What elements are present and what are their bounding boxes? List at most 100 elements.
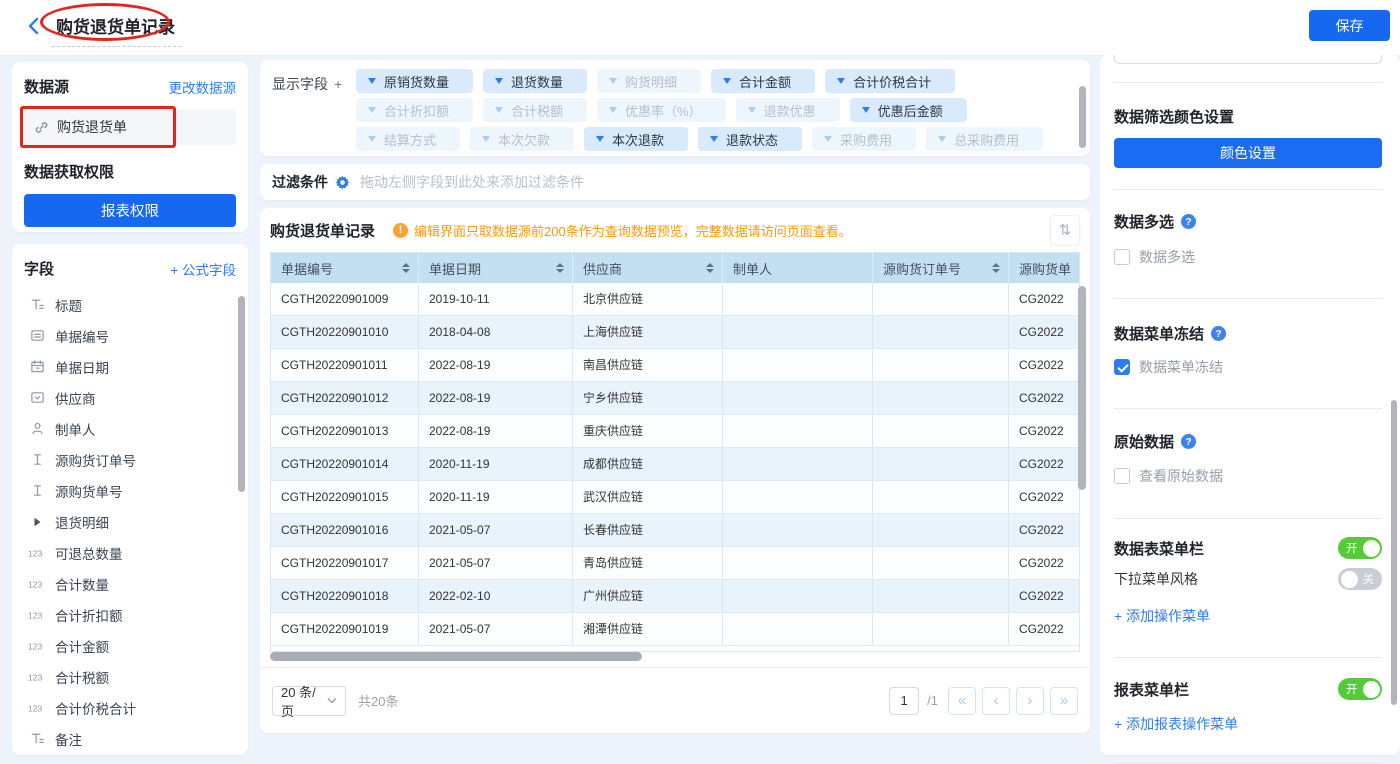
display-field-chip[interactable]: 总采购费用	[926, 127, 1043, 151]
chip-label: 结算方式	[384, 130, 436, 149]
table-vertical-scrollbar[interactable]	[1078, 286, 1086, 490]
display-field-chip[interactable]: 合计价税合计	[825, 69, 955, 93]
field-item[interactable]: 123合计价税合计	[24, 692, 236, 723]
add-report-action-menu-link[interactable]: + 添加报表操作菜单	[1114, 714, 1382, 734]
display-field-chip[interactable]: 退款优惠	[736, 98, 840, 122]
caret-down-icon[interactable]	[495, 107, 503, 113]
field-item[interactable]: 123合计折扣额	[24, 599, 236, 630]
caret-down-icon[interactable]	[368, 136, 376, 142]
page-number-input[interactable]	[889, 687, 919, 715]
caret-down-icon[interactable]	[723, 78, 731, 84]
display-field-chip[interactable]: 结算方式	[356, 127, 460, 151]
datasource-item[interactable]: 购货退货单	[24, 109, 236, 145]
display-field-chip[interactable]: 购货明细	[597, 69, 701, 93]
chip-label: 总采购费用	[954, 130, 1019, 149]
display-field-chip[interactable]: 合计金额	[711, 69, 815, 93]
column-sort-icon[interactable]	[706, 263, 714, 274]
page-size-select[interactable]: 20 条/页	[272, 686, 346, 716]
field-item[interactable]: 源购货订单号	[24, 444, 236, 475]
help-icon[interactable]: ?	[1181, 214, 1196, 229]
caret-down-icon[interactable]	[495, 78, 503, 84]
caret-down-icon[interactable]	[710, 136, 718, 142]
column-header[interactable]: 供应商	[573, 253, 723, 283]
next-page-button[interactable]: ›	[1016, 687, 1044, 715]
field-item[interactable]: 制单人	[24, 413, 236, 444]
multi-select-checkbox[interactable]	[1114, 249, 1130, 265]
column-header[interactable]: 单据编号	[271, 253, 419, 283]
caret-down-icon[interactable]	[368, 78, 376, 84]
table-cell: CGTH20220901018	[271, 580, 419, 612]
prev-page-button[interactable]: ‹	[982, 687, 1010, 715]
caret-down-icon[interactable]	[837, 78, 845, 84]
first-page-button[interactable]: «	[948, 687, 976, 715]
color-setting-button[interactable]: 颜色设置	[1114, 138, 1382, 168]
display-field-chip[interactable]: 优惠后金额	[850, 98, 967, 122]
back-icon[interactable]	[28, 17, 39, 40]
gear-icon[interactable]	[335, 175, 350, 190]
add-display-field-button[interactable]: +	[334, 76, 342, 92]
column-sort-icon[interactable]	[402, 263, 410, 274]
save-button[interactable]: 保存	[1309, 10, 1390, 41]
panel-scrollbar[interactable]	[1391, 400, 1397, 705]
multi-select-checkbox-label: 数据多选	[1139, 247, 1195, 267]
display-field-chip[interactable]: 采购费用	[812, 127, 916, 151]
last-page-button[interactable]: »	[1050, 687, 1078, 715]
display-field-chip[interactable]: 退款状态	[698, 127, 802, 151]
field-item[interactable]: 供应商	[24, 382, 236, 413]
caret-down-icon[interactable]	[824, 136, 832, 142]
field-item[interactable]: 单据编号	[24, 320, 236, 351]
column-header-label: 单据日期	[429, 259, 481, 278]
help-icon[interactable]: ?	[1211, 326, 1226, 341]
chips-scrollbar[interactable]	[1079, 86, 1086, 148]
menu-freeze-checkbox-row[interactable]: 数据菜单冻结	[1114, 357, 1382, 377]
field-item[interactable]: 单据日期	[24, 351, 236, 382]
dropdown-style-toggle[interactable]: 关	[1338, 568, 1382, 590]
report-permission-button[interactable]: 报表权限	[24, 194, 236, 227]
field-item[interactable]: 123合计税额	[24, 661, 236, 692]
field-item[interactable]: 源购货单号	[24, 475, 236, 506]
field-item[interactable]: 123合计数量	[24, 568, 236, 599]
caret-down-icon[interactable]	[748, 107, 756, 113]
report-menu-toggle[interactable]: 开	[1338, 678, 1382, 700]
display-field-chip[interactable]: 合计折扣额	[356, 98, 473, 122]
field-item[interactable]: 123可退总数量	[24, 537, 236, 568]
menu-freeze-checkbox[interactable]	[1114, 359, 1130, 375]
caret-down-icon[interactable]	[938, 136, 946, 142]
field-item[interactable]: 标题	[24, 289, 236, 320]
field-item[interactable]: 退货明细	[24, 506, 236, 537]
raw-data-checkbox[interactable]	[1114, 468, 1130, 484]
column-header[interactable]: 源购货单	[1009, 253, 1080, 283]
caret-down-icon[interactable]	[368, 107, 376, 113]
column-sort-icon[interactable]	[556, 263, 564, 274]
add-formula-field-link[interactable]: + 公式字段	[170, 259, 236, 279]
caret-down-icon[interactable]	[862, 107, 870, 113]
display-field-chip[interactable]: 合计税额	[483, 98, 587, 122]
column-sort-icon[interactable]	[992, 263, 1000, 274]
display-field-chip[interactable]: 本次退款	[584, 127, 688, 151]
help-icon[interactable]: ?	[1181, 434, 1196, 449]
horizontal-scrollbar[interactable]	[270, 652, 642, 661]
add-action-menu-link[interactable]: + 添加操作菜单	[1114, 606, 1382, 626]
multi-select-checkbox-row[interactable]: 数据多选	[1114, 247, 1382, 267]
sort-order-button[interactable]: ⇅	[1050, 215, 1080, 245]
caret-down-icon[interactable]	[609, 78, 617, 84]
display-field-chip[interactable]: 优惠率（%）	[597, 98, 726, 122]
fields-scrollbar[interactable]	[238, 296, 245, 492]
display-field-chip[interactable]: 退货数量	[483, 69, 587, 93]
column-header[interactable]: 制单人	[723, 253, 873, 283]
caret-down-icon[interactable]	[609, 107, 617, 113]
caret-down-icon[interactable]	[596, 136, 604, 142]
change-datasource-link[interactable]: 更改数据源	[169, 77, 237, 97]
raw-data-checkbox-row[interactable]: 查看原始数据	[1114, 466, 1382, 486]
field-item[interactable]: 123合计金额	[24, 630, 236, 661]
table-menu-toggle[interactable]: 开	[1338, 537, 1382, 559]
caret-down-icon[interactable]	[482, 136, 490, 142]
table-cell	[723, 415, 873, 447]
field-item[interactable]: 备注	[24, 723, 236, 754]
display-field-chip[interactable]: 本次欠款	[470, 127, 574, 151]
column-header-label: 供应商	[583, 259, 622, 278]
display-field-chip[interactable]: 原销货数量	[356, 69, 473, 93]
column-header[interactable]: 单据日期	[419, 253, 573, 283]
column-header[interactable]: 源购货订单号	[873, 253, 1009, 283]
table-row: CGTH202209010162021-05-07长春供应链CG2022	[271, 514, 1079, 547]
